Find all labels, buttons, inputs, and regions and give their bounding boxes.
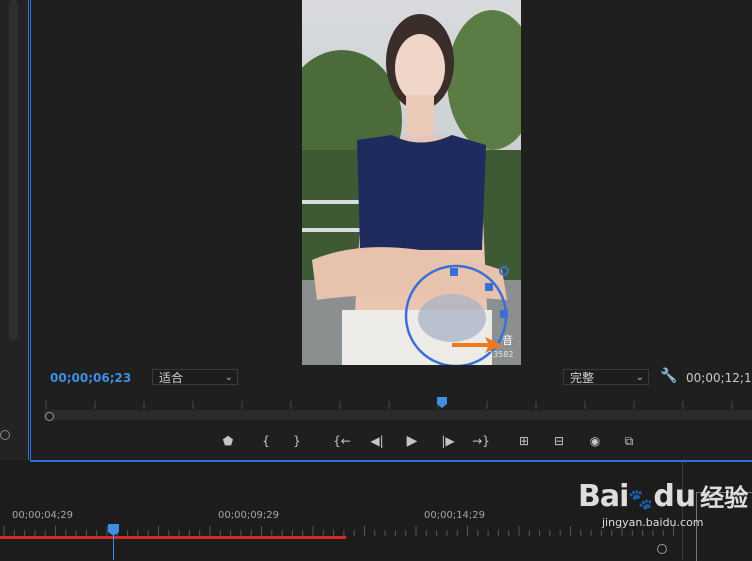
timeline-zoom-handle[interactable] xyxy=(657,544,667,554)
go-to-in-button[interactable]: {← xyxy=(333,432,351,450)
video-frame: 音 23582 xyxy=(302,0,521,365)
go-to-out-button[interactable]: →} xyxy=(472,432,490,450)
export-frame-button[interactable]: ◉ xyxy=(586,432,604,450)
watermark-brand-tail: du xyxy=(653,479,697,514)
mark-in-button[interactable]: { xyxy=(257,432,275,450)
monitor-scrub-bar[interactable] xyxy=(44,410,752,420)
fit-select[interactable]: 适合 ⌄ xyxy=(152,369,238,385)
timeline-playhead[interactable] xyxy=(108,524,119,536)
project-panel xyxy=(0,0,29,460)
video-image: 音 23582 xyxy=(302,0,521,365)
chevron-down-icon: ⌄ xyxy=(635,372,644,383)
timeline-playhead-line xyxy=(113,532,114,560)
timeline-ruler[interactable] xyxy=(0,524,682,536)
paw-icon: 🐾 xyxy=(628,487,654,511)
playback-resolution-select[interactable]: 完整 ⌄ xyxy=(563,369,649,385)
current-timecode[interactable]: 00;00;06;23 xyxy=(50,371,131,385)
lift-button[interactable]: ⊞ xyxy=(515,432,533,450)
project-panel-scrollbar[interactable] xyxy=(9,0,18,340)
watermark-brand: Bai xyxy=(578,479,629,514)
watermark-jingyan: 经验 xyxy=(700,484,749,512)
quality-select-value: 完整 xyxy=(570,371,595,385)
zoom-handle[interactable] xyxy=(0,430,10,440)
step-back-button[interactable]: ◀| xyxy=(368,432,386,450)
play-button[interactable]: ▶ xyxy=(403,432,421,450)
duration-timecode: 00;00;12;1 xyxy=(686,371,752,385)
fit-select-value: 适合 xyxy=(159,371,184,385)
video-overlay-text: 音 xyxy=(502,333,513,347)
render-bar xyxy=(0,536,346,539)
timeline-label-2: 00;00;09;29 xyxy=(218,510,280,521)
extract-button[interactable]: ⊟ xyxy=(550,432,568,450)
zoom-handle-left[interactable] xyxy=(45,412,54,421)
step-forward-button[interactable]: |▶ xyxy=(439,432,457,450)
mark-out-button[interactable]: } xyxy=(288,432,306,450)
monitor-time-ruler[interactable] xyxy=(44,396,752,410)
baidu-watermark: Bai🐾du 经验 jingyan.baidu.com xyxy=(578,478,749,529)
video-overlay-number: 23582 xyxy=(488,350,513,359)
chevron-down-icon: ⌄ xyxy=(224,372,233,383)
timeline-label-3: 00;00;14;29 xyxy=(424,510,486,521)
timeline-label-1: 00;00;04;29 xyxy=(12,510,74,521)
monitor-playhead[interactable] xyxy=(437,397,447,408)
compare-button[interactable]: ⧉ xyxy=(620,432,638,450)
wrench-icon[interactable]: 🔧 xyxy=(660,368,677,384)
add-marker-button[interactable]: ⬟ xyxy=(219,432,237,450)
watermark-url: jingyan.baidu.com xyxy=(602,516,704,529)
